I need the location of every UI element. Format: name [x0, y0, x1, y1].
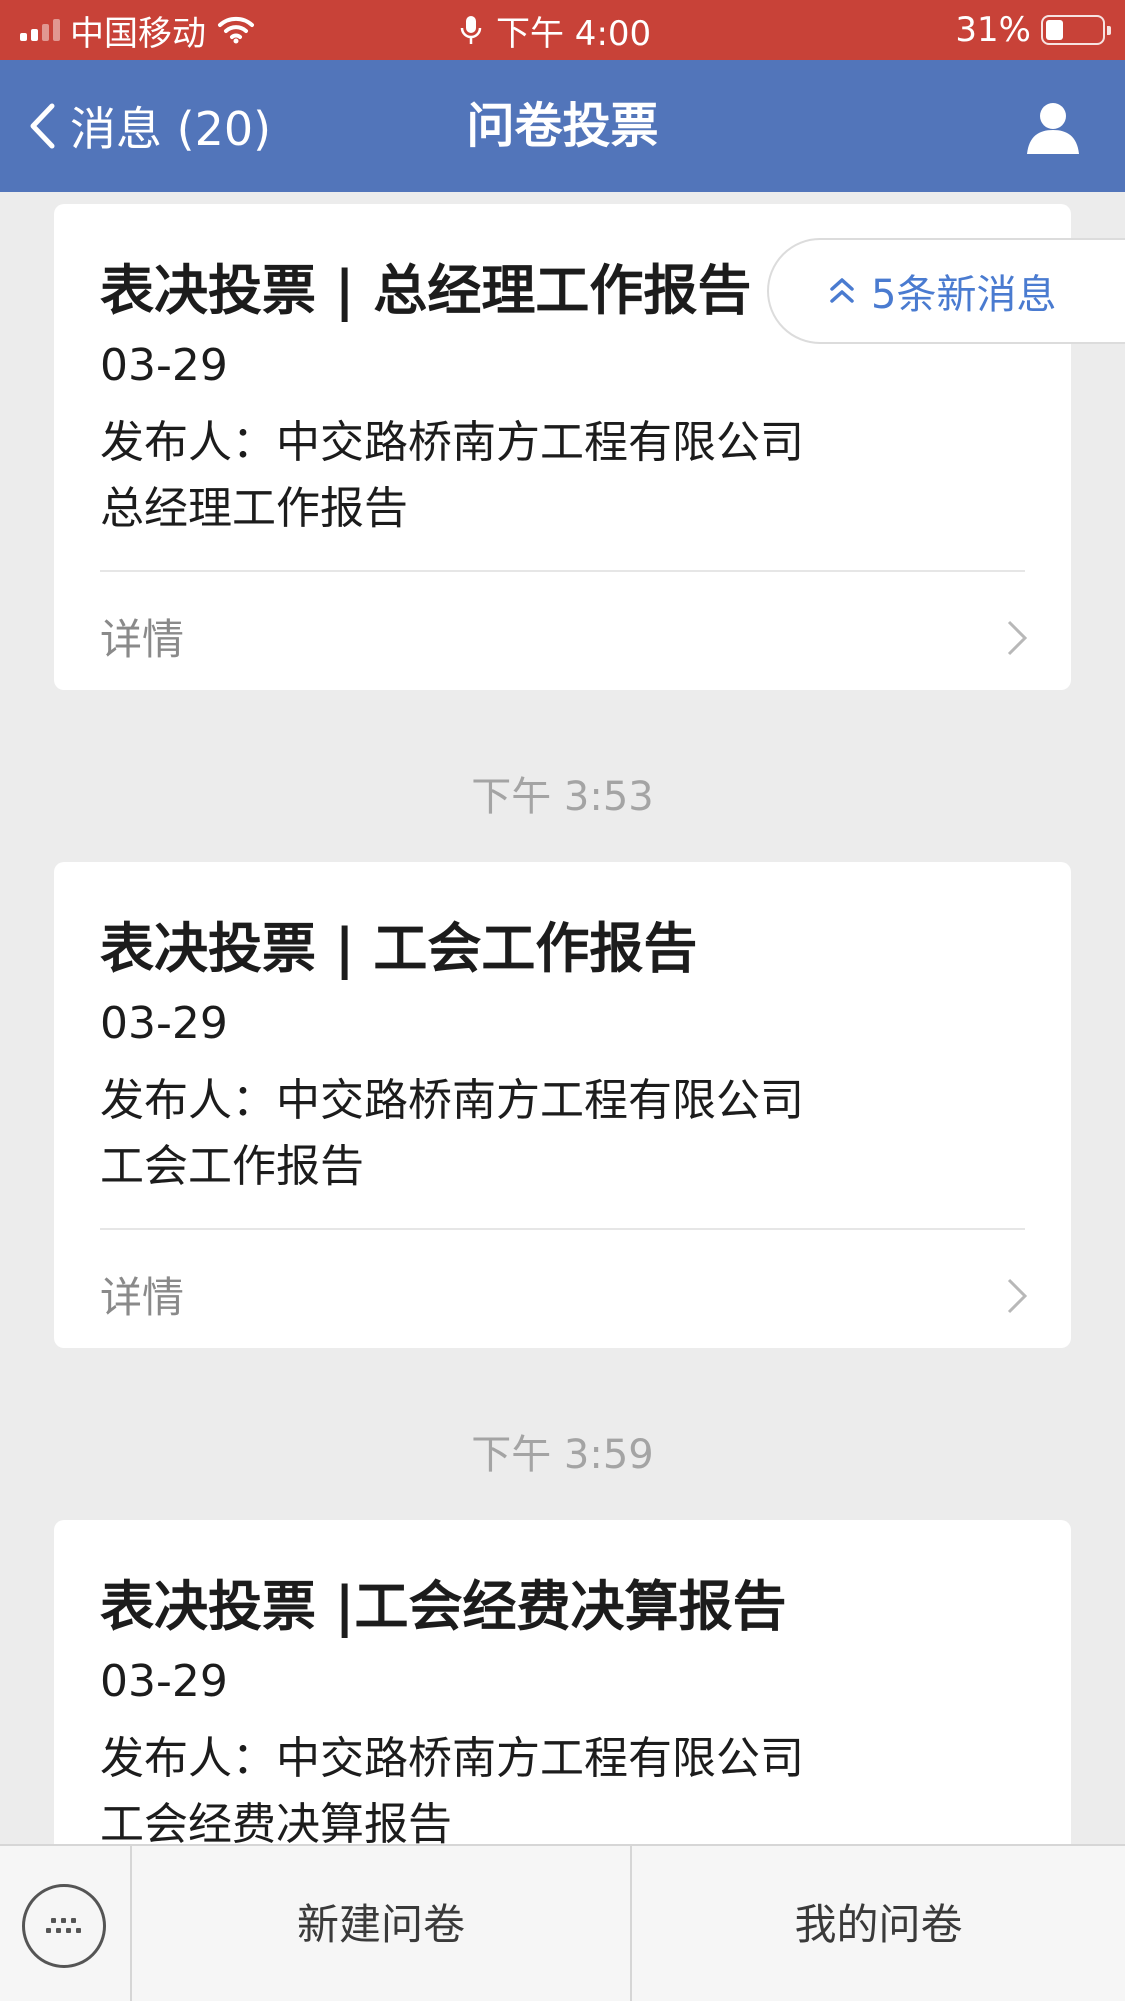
card-description: 工会工作报告: [100, 1141, 364, 1192]
card-date: 03-29: [100, 340, 228, 391]
vote-card[interactable]: 表决投票 | 工会工作报告 03-29 发布人：中交路桥南方工程有限公司 工会工…: [54, 862, 1071, 1348]
carrier-label: 中国移动: [70, 13, 206, 54]
user-icon[interactable]: [1023, 98, 1083, 158]
microphone-icon: [460, 16, 482, 44]
card-detail-link[interactable]: 详情: [100, 606, 184, 667]
chevron-right-icon[interactable]: [1005, 1276, 1031, 1316]
wifi-icon: [218, 16, 254, 44]
chevron-right-icon[interactable]: [1005, 618, 1031, 658]
timestamp: 下午 3:59: [471, 1432, 654, 1478]
nav-bar: 消息 (20) 问卷投票: [0, 60, 1125, 192]
status-bar-left: 中国移动: [20, 0, 256, 60]
new-messages-button[interactable]: 5条新消息: [767, 238, 1125, 344]
status-bar: 中国移动 下午 4:00 31%: [0, 0, 1125, 60]
battery-icon: [1041, 15, 1111, 45]
card-detail-link[interactable]: 详情: [100, 1264, 184, 1325]
timestamp: 下午 3:53: [471, 774, 654, 820]
status-bar-right: 31%: [955, 0, 1111, 60]
card-publisher: 发布人：中交路桥南方工程有限公司: [100, 1733, 804, 1784]
card-description: 总经理工作报告: [100, 483, 408, 534]
card-title: 表决投票 | 总经理工作报告: [100, 259, 752, 322]
status-bar-center: 下午 4:00: [460, 0, 651, 60]
card-publisher: 发布人：中交路桥南方工程有限公司: [100, 417, 804, 468]
card-publisher: 发布人：中交路桥南方工程有限公司: [100, 1075, 804, 1126]
my-surveys-button[interactable]: 我的问卷: [632, 1846, 1125, 2001]
clock: 下午 4:00: [496, 13, 652, 54]
card-date: 03-29: [100, 1656, 228, 1707]
card-title: 表决投票 | 工会工作报告: [100, 917, 698, 980]
battery-percent: 31%: [955, 10, 1031, 50]
card-description: 工会经费决算报告: [100, 1799, 452, 1844]
new-survey-button[interactable]: 新建问卷: [132, 1846, 630, 2001]
card-divider: [100, 1228, 1025, 1230]
bottom-bar: 新建问卷 我的问卷: [0, 1844, 1125, 2001]
card-divider: [100, 570, 1025, 572]
battery-level: [1046, 20, 1063, 40]
double-chevron-up-icon: [830, 278, 854, 303]
signal-icon: [20, 19, 60, 41]
card-title: 表决投票 |工会经费决算报告: [100, 1575, 787, 1638]
back-button[interactable]: 消息 (20): [28, 60, 271, 192]
message-list[interactable]: 表决投票 | 总经理工作报告 03-29 发布人：中交路桥南方工程有限公司 总经…: [0, 192, 1125, 1844]
new-messages-label: 5条新消息: [871, 272, 1057, 318]
chevron-left-icon: [30, 103, 55, 149]
back-label: 消息 (20): [70, 102, 272, 156]
vote-card[interactable]: 表决投票 |工会经费决算报告 03-29 发布人：中交路桥南方工程有限公司 工会…: [54, 1520, 1071, 1844]
card-date: 03-29: [100, 998, 228, 1049]
keyboard-icon[interactable]: [22, 1884, 106, 1968]
